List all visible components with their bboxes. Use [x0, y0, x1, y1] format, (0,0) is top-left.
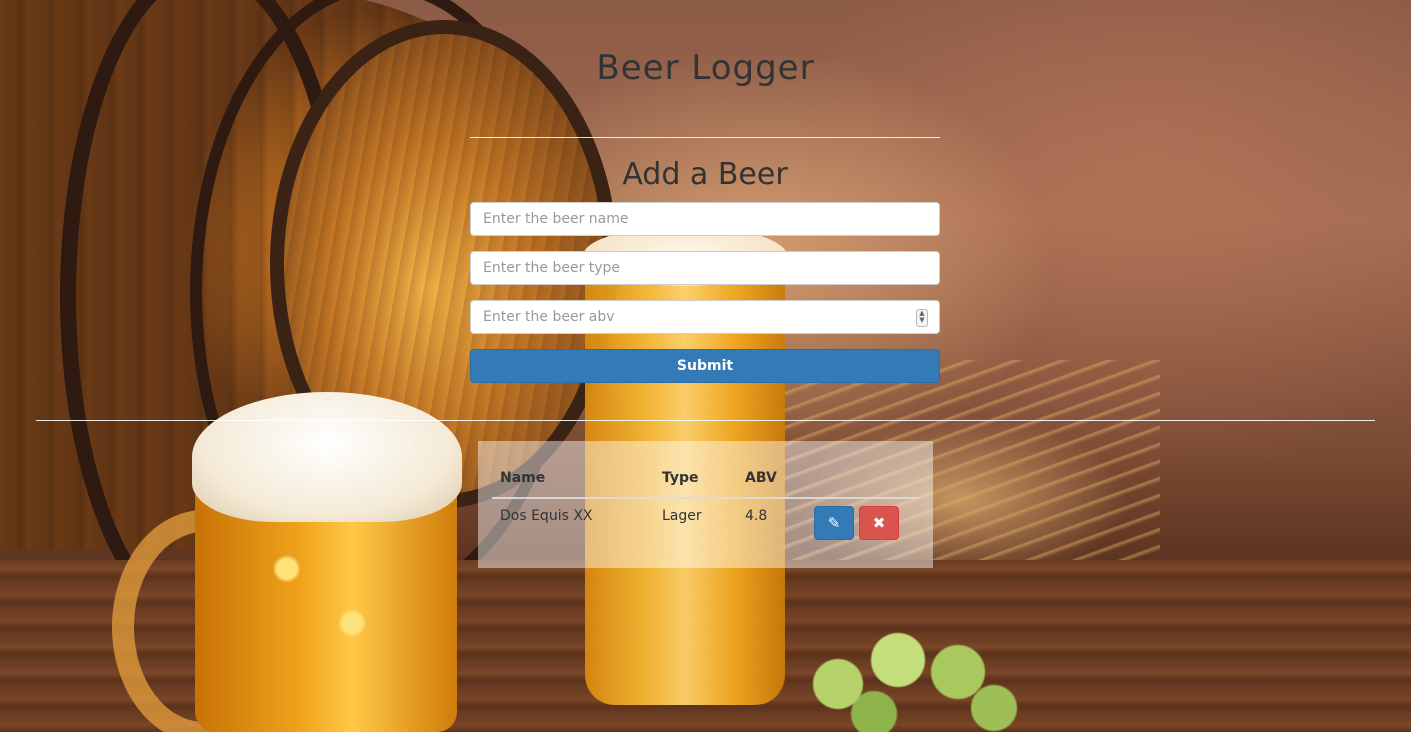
- number-spinner-icon[interactable]: ▲ ▼: [916, 309, 928, 327]
- submit-button[interactable]: Submit: [470, 349, 940, 383]
- divider: [36, 420, 1375, 421]
- column-header-type: Type: [662, 470, 699, 486]
- beer-abv-input[interactable]: [470, 300, 940, 334]
- edit-button[interactable]: ✎: [814, 506, 854, 540]
- cell-beer-abv: 4.8: [745, 508, 768, 524]
- page-title: Beer Logger: [596, 48, 815, 88]
- delete-button[interactable]: ✖: [859, 506, 899, 540]
- beer-type-input[interactable]: [470, 251, 940, 285]
- close-icon: ✖: [872, 514, 886, 532]
- column-header-name: Name: [500, 470, 546, 486]
- beer-name-input[interactable]: [470, 202, 940, 236]
- beer-table: [478, 441, 933, 568]
- page: Beer Logger Add a Beer ▲▼ Submit Name Ty…: [0, 0, 1411, 732]
- pencil-icon: ✎: [827, 514, 841, 532]
- form-title: Add a Beer: [622, 157, 788, 192]
- column-header-abv: ABV: [745, 470, 777, 486]
- cell-beer-name: Dos Equis XX: [500, 508, 593, 524]
- divider: [470, 137, 940, 138]
- table-header-divider: [492, 497, 919, 499]
- cell-beer-type: Lager: [662, 508, 702, 524]
